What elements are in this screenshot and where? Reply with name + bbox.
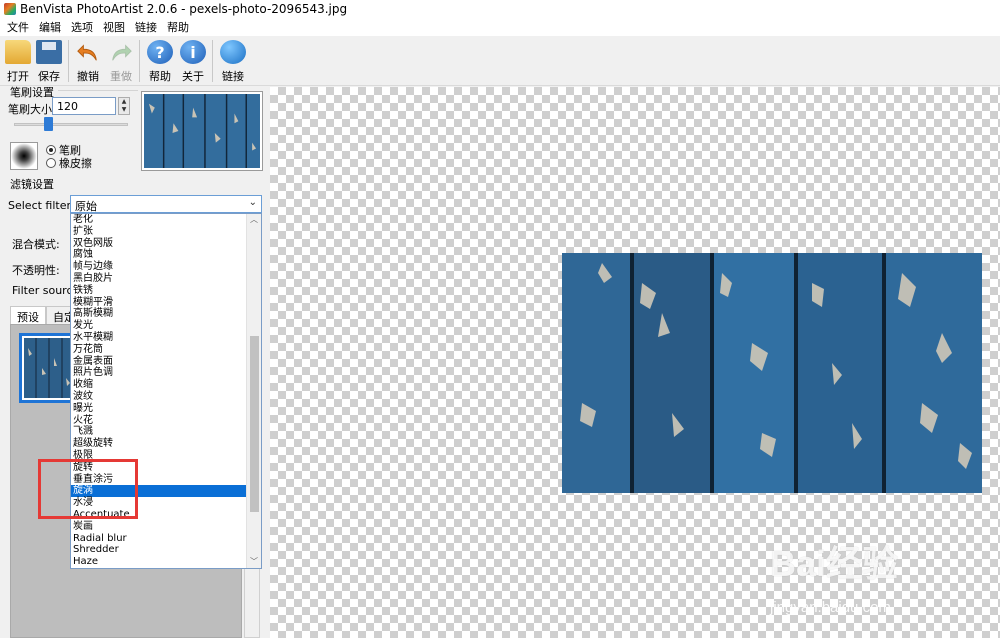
toolbar-divider	[68, 40, 69, 82]
filter-option[interactable]: 高斯模糊	[71, 308, 247, 320]
spin-down-icon[interactable]: ▼	[119, 106, 129, 114]
folder-icon	[5, 40, 31, 64]
menu-options[interactable]: 选项	[66, 19, 98, 35]
floppy-icon	[36, 40, 62, 64]
baidu-watermark: Bai经验 jingyan.baidu.com	[770, 535, 940, 625]
spin-up-icon[interactable]: ▲	[119, 98, 129, 106]
filter-option[interactable]: 发光	[71, 320, 247, 332]
brush-shape-preview	[10, 142, 38, 170]
help-button[interactable]: ? 帮助	[142, 38, 178, 84]
filter-option[interactable]: 模糊平滑	[71, 297, 247, 309]
filter-option[interactable]: 照片色调	[71, 367, 247, 379]
preset-image	[24, 338, 74, 398]
filter-option[interactable]: Haze	[71, 556, 247, 568]
radio-icon[interactable]	[46, 158, 56, 168]
annotation-highlight-box	[38, 459, 138, 519]
about-label: 关于	[182, 70, 204, 83]
chevron-down-icon[interactable]: ⌄	[249, 197, 257, 208]
eraser-mode-label: 橡皮擦	[59, 157, 92, 170]
filter-option[interactable]: 铁锈	[71, 285, 247, 297]
navigator-thumbnail[interactable]	[141, 91, 263, 171]
brush-size-stepper[interactable]: ▲ ▼	[118, 97, 130, 115]
filter-option[interactable]: Shredder	[71, 544, 247, 556]
redo-label: 重做	[110, 70, 132, 83]
redo-button[interactable]: 重做	[103, 38, 139, 84]
link-button[interactable]: 链接	[215, 38, 251, 84]
brush-size-slider-track[interactable]	[14, 123, 128, 126]
help-icon: ?	[147, 40, 173, 64]
link-label: 链接	[222, 70, 244, 83]
save-label: 保存	[38, 70, 60, 83]
about-button[interactable]: i 关于	[175, 38, 211, 84]
filter-option[interactable]: 收缩	[71, 379, 247, 391]
filter-select[interactable]: 原始 ⌄	[70, 195, 262, 213]
blend-mode-label: 混合模式:	[12, 238, 60, 251]
select-filter-label: Select filter:	[8, 199, 75, 212]
filter-option[interactable]: 扩张	[71, 226, 247, 238]
watermark-url: jingyan.baidu.com	[770, 599, 891, 616]
filter-group-title: 滤镜设置	[10, 178, 54, 191]
toolbar: 打开 保存 撤销 重做 ? 帮助 i 关于 链接	[0, 36, 1000, 86]
dropdown-scrollbar[interactable]: ︿ ﹀	[246, 214, 261, 568]
tab-preset[interactable]: 预设	[10, 306, 46, 324]
filter-option[interactable]: 波纹	[71, 391, 247, 403]
radio-icon[interactable]	[46, 145, 56, 155]
main-photo	[562, 253, 982, 493]
filter-option[interactable]: 老化	[71, 214, 247, 226]
brush-group-title: 笔刷设置	[10, 86, 54, 99]
brush-size-input[interactable]: 120	[52, 97, 116, 115]
undo-button[interactable]: 撤销	[70, 38, 106, 84]
filter-option[interactable]: 超级旋转	[71, 438, 247, 450]
filter-option[interactable]: 万花筒	[71, 344, 247, 356]
menu-link[interactable]: 链接	[130, 19, 162, 35]
filter-option[interactable]: 飞溅	[71, 426, 247, 438]
scroll-up-icon[interactable]: ︿	[247, 214, 261, 226]
toolbar-divider	[139, 40, 140, 82]
eraser-mode-radio[interactable]: 橡皮擦	[46, 155, 92, 171]
menu-file[interactable]: 文件	[2, 19, 34, 35]
menu-view[interactable]: 视图	[98, 19, 130, 35]
menu-bar: 文件 编辑 选项 视图 链接 帮助	[0, 18, 1000, 36]
filter-option[interactable]: 帧与边缘	[71, 261, 247, 273]
filter-option[interactable]: 腐蚀	[71, 249, 247, 261]
title-bar: BenVista PhotoArtist 2.0.6 - pexels-phot…	[0, 0, 1000, 18]
group-divider	[58, 90, 138, 91]
filter-option[interactable]: 曝光	[71, 403, 247, 415]
help-label: 帮助	[149, 70, 171, 83]
filter-option[interactable]: 火花	[71, 415, 247, 427]
watermark-brand: Bai经验	[770, 543, 899, 584]
filter-option[interactable]: 水平模糊	[71, 332, 247, 344]
opacity-label: 不透明性:	[12, 264, 60, 277]
filter-selected-value: 原始	[75, 200, 97, 213]
brush-size-label: 笔刷大小:	[8, 103, 56, 116]
menu-help[interactable]: 帮助	[162, 19, 194, 35]
open-label: 打开	[7, 70, 29, 83]
menu-edit[interactable]: 编辑	[34, 19, 66, 35]
filter-option[interactable]: 双色网版	[71, 238, 247, 250]
filter-option[interactable]: 炭画	[71, 521, 247, 533]
filter-option[interactable]: Radial blur	[71, 533, 247, 545]
window-title: BenVista PhotoArtist 2.0.6 - pexels-phot…	[20, 2, 348, 16]
scroll-down-icon[interactable]: ﹀	[247, 556, 261, 568]
save-button[interactable]: 保存	[31, 38, 67, 84]
brush-size-slider-thumb[interactable]	[44, 117, 53, 131]
info-icon: i	[180, 40, 206, 64]
globe-icon	[220, 40, 246, 64]
toolbar-divider	[212, 40, 213, 82]
undo-label: 撤销	[77, 70, 99, 83]
filter-option[interactable]: 金属表面	[71, 356, 247, 368]
thumbnail-image	[144, 94, 260, 168]
app-icon	[4, 3, 16, 15]
undo-icon	[77, 44, 97, 61]
scrollbar-thumb[interactable]	[250, 336, 259, 512]
redo-icon	[112, 44, 132, 61]
filter-option[interactable]: 黑白胶片	[71, 273, 247, 285]
